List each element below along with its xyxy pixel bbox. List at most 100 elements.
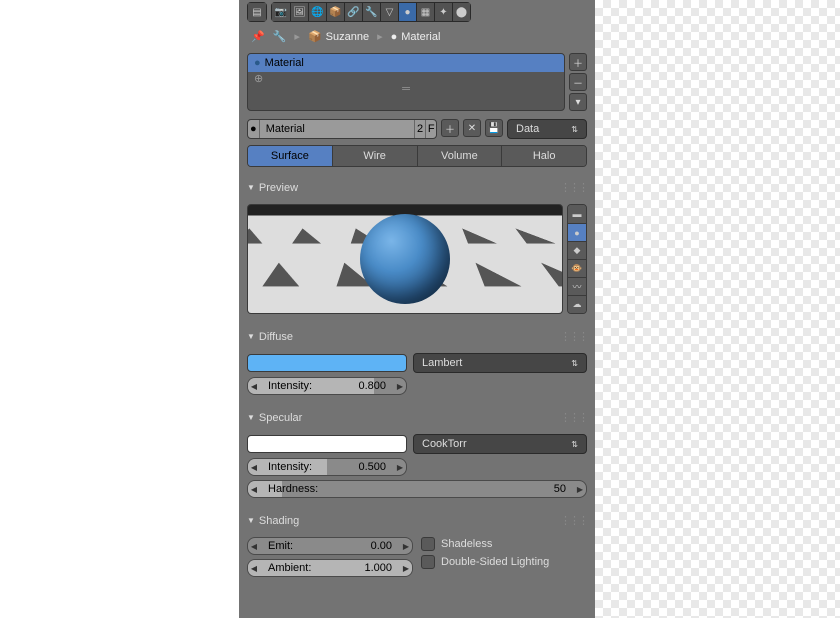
context-render-icon[interactable]: 📷	[272, 3, 290, 21]
tab-wire[interactable]: Wire	[332, 146, 417, 166]
editor-type-icon[interactable]: ▤	[248, 3, 266, 21]
shadeless-label: Shadeless	[441, 538, 492, 550]
preview-panel-header[interactable]: ▼ Preview ⋮⋮⋮	[239, 177, 595, 198]
diffuse-panel-title: Diffuse	[259, 331, 293, 343]
specular-shader-label: CookTorr	[422, 438, 467, 450]
preview-type-hair[interactable]: 〰	[568, 277, 586, 295]
slider-right-arrow-icon: ▶	[394, 463, 406, 472]
breadcrumb-scene[interactable]: 🔧	[273, 30, 287, 43]
material-slot-list: ● Material ⊕ ═ ＋ － ▾	[247, 53, 587, 111]
ambient-label: Ambient:	[260, 562, 311, 574]
breadcrumb-material[interactable]: ● Material	[391, 31, 441, 43]
shadeless-checkbox[interactable]	[421, 537, 435, 551]
diffuse-intensity-slider[interactable]: ◀ Intensity: 0.800 ▶	[247, 377, 407, 395]
dropdown-arrows-icon: ⇅	[571, 440, 578, 449]
preview-type-cube[interactable]: ◆	[568, 241, 586, 259]
tab-volume[interactable]: Volume	[417, 146, 502, 166]
material-sphere-icon: ●	[391, 31, 398, 43]
context-physics-icon[interactable]: ⬤	[452, 3, 470, 21]
context-constraints-icon[interactable]: 🔗	[344, 3, 362, 21]
material-slot-item[interactable]: ● Material	[248, 54, 564, 72]
context-scene-icon[interactable]: 🖼	[290, 3, 308, 21]
breadcrumb-separator: ▸	[294, 30, 300, 43]
slider-left-arrow-icon: ◀	[248, 564, 260, 573]
tab-surface[interactable]: Surface	[248, 146, 332, 166]
transparent-background	[595, 0, 840, 618]
preview-panel-title: Preview	[259, 182, 298, 194]
add-material-slot-button[interactable]: ＋	[569, 53, 587, 71]
material-name-field: ● 2 F	[247, 119, 437, 139]
context-material-icon[interactable]: ●	[398, 3, 416, 21]
emit-label: Emit:	[260, 540, 293, 552]
specular-panel-header[interactable]: ▼ Specular ⋮⋮⋮	[239, 407, 595, 428]
diffuse-intensity-label: Intensity:	[260, 380, 312, 392]
specular-shader-dropdown[interactable]: CookTorr ⇅	[413, 434, 587, 454]
specular-intensity-value: 0.500	[358, 461, 394, 473]
diffuse-panel-header[interactable]: ▼ Diffuse ⋮⋮⋮	[239, 326, 595, 347]
double-sided-label: Double-Sided Lighting	[441, 556, 549, 568]
diffuse-intensity-value: 0.800	[358, 380, 394, 392]
emit-value: 0.00	[371, 540, 400, 552]
browse-material-icon[interactable]: ●	[248, 120, 260, 138]
context-data-icon[interactable]: ▽	[380, 3, 398, 21]
context-modifiers-icon[interactable]: 🔧	[362, 3, 380, 21]
pin-icon[interactable]: 📌	[251, 30, 265, 43]
slider-left-arrow-icon: ◀	[248, 485, 260, 494]
breadcrumb-separator: ▸	[377, 30, 383, 43]
preview-type-buttons: ▬ ● ◆ 🐵 〰 ☁	[567, 204, 587, 314]
remove-material-slot-button[interactable]: －	[569, 73, 587, 91]
specular-hardness-value: 50	[554, 483, 574, 495]
shading-panel-header[interactable]: ▼ Shading ⋮⋮⋮	[239, 510, 595, 531]
context-particles-icon[interactable]: ✦	[434, 3, 452, 21]
material-name-input[interactable]	[260, 120, 414, 138]
material-mode-tabs: Surface Wire Volume Halo	[247, 145, 587, 167]
specular-hardness-slider[interactable]: ◀ Hardness: 50 ▶	[247, 480, 587, 498]
new-material-button[interactable]: ＋	[441, 119, 459, 137]
specular-intensity-slider[interactable]: ◀ Intensity: 0.500 ▶	[247, 458, 407, 476]
tab-halo[interactable]: Halo	[501, 146, 586, 166]
unlink-material-button[interactable]: ✕	[463, 119, 481, 137]
breadcrumb: 📌 🔧 ▸ 📦 Suzanne ▸ ● Material	[239, 24, 595, 49]
specular-panel-title: Specular	[259, 412, 302, 424]
breadcrumb-object-label: Suzanne	[326, 31, 369, 43]
slider-right-arrow-icon: ▶	[394, 382, 406, 391]
slider-right-arrow-icon: ▶	[574, 485, 586, 494]
double-sided-checkbox[interactable]	[421, 555, 435, 569]
material-users-count[interactable]: 2	[414, 120, 426, 138]
material-preview	[247, 204, 563, 314]
preview-type-sky[interactable]: ☁	[568, 295, 586, 313]
preview-type-sphere[interactable]: ●	[568, 223, 586, 241]
breadcrumb-object[interactable]: 📦 Suzanne	[308, 30, 369, 43]
disclosure-triangle-icon: ▼	[247, 183, 255, 192]
disclosure-triangle-icon: ▼	[247, 332, 255, 341]
mesh-icon: 📦	[308, 30, 322, 43]
specular-color-swatch[interactable]	[247, 435, 407, 453]
breadcrumb-material-label: Material	[401, 31, 440, 43]
emit-slider[interactable]: ◀ Emit: 0.00 ▶	[247, 537, 413, 555]
context-world-icon[interactable]: 🌐	[308, 3, 326, 21]
material-slot-name: Material	[265, 57, 304, 69]
link-dropdown[interactable]: Data ⇅	[507, 119, 587, 139]
diffuse-shader-dropdown[interactable]: Lambert ⇅	[413, 353, 587, 373]
panel-grip-icon: ⋮⋮⋮	[560, 181, 587, 194]
copy-material-button[interactable]: 💾	[485, 119, 503, 137]
context-texture-icon[interactable]: ▦	[416, 3, 434, 21]
fake-user-toggle[interactable]: F	[425, 120, 436, 138]
dropdown-arrows-icon: ⇅	[571, 125, 578, 134]
material-slot-menu-button[interactable]: ▾	[569, 93, 587, 111]
slider-right-arrow-icon: ▶	[400, 564, 412, 573]
ambient-slider[interactable]: ◀ Ambient: 1.000 ▶	[247, 559, 413, 577]
slider-left-arrow-icon: ◀	[248, 382, 260, 391]
slider-left-arrow-icon: ◀	[248, 542, 260, 551]
disclosure-triangle-icon: ▼	[247, 413, 255, 422]
preview-type-monkey[interactable]: 🐵	[568, 259, 586, 277]
diffuse-shader-label: Lambert	[422, 357, 462, 369]
diffuse-color-swatch[interactable]	[247, 354, 407, 372]
dropdown-arrows-icon: ⇅	[571, 359, 578, 368]
preview-type-flat[interactable]: ▬	[568, 205, 586, 223]
list-resize-grip[interactable]: ═	[248, 85, 564, 93]
ambient-value: 1.000	[364, 562, 400, 574]
panel-grip-icon: ⋮⋮⋮	[560, 514, 587, 527]
context-object-icon[interactable]: 📦	[326, 3, 344, 21]
slider-left-arrow-icon: ◀	[248, 463, 260, 472]
